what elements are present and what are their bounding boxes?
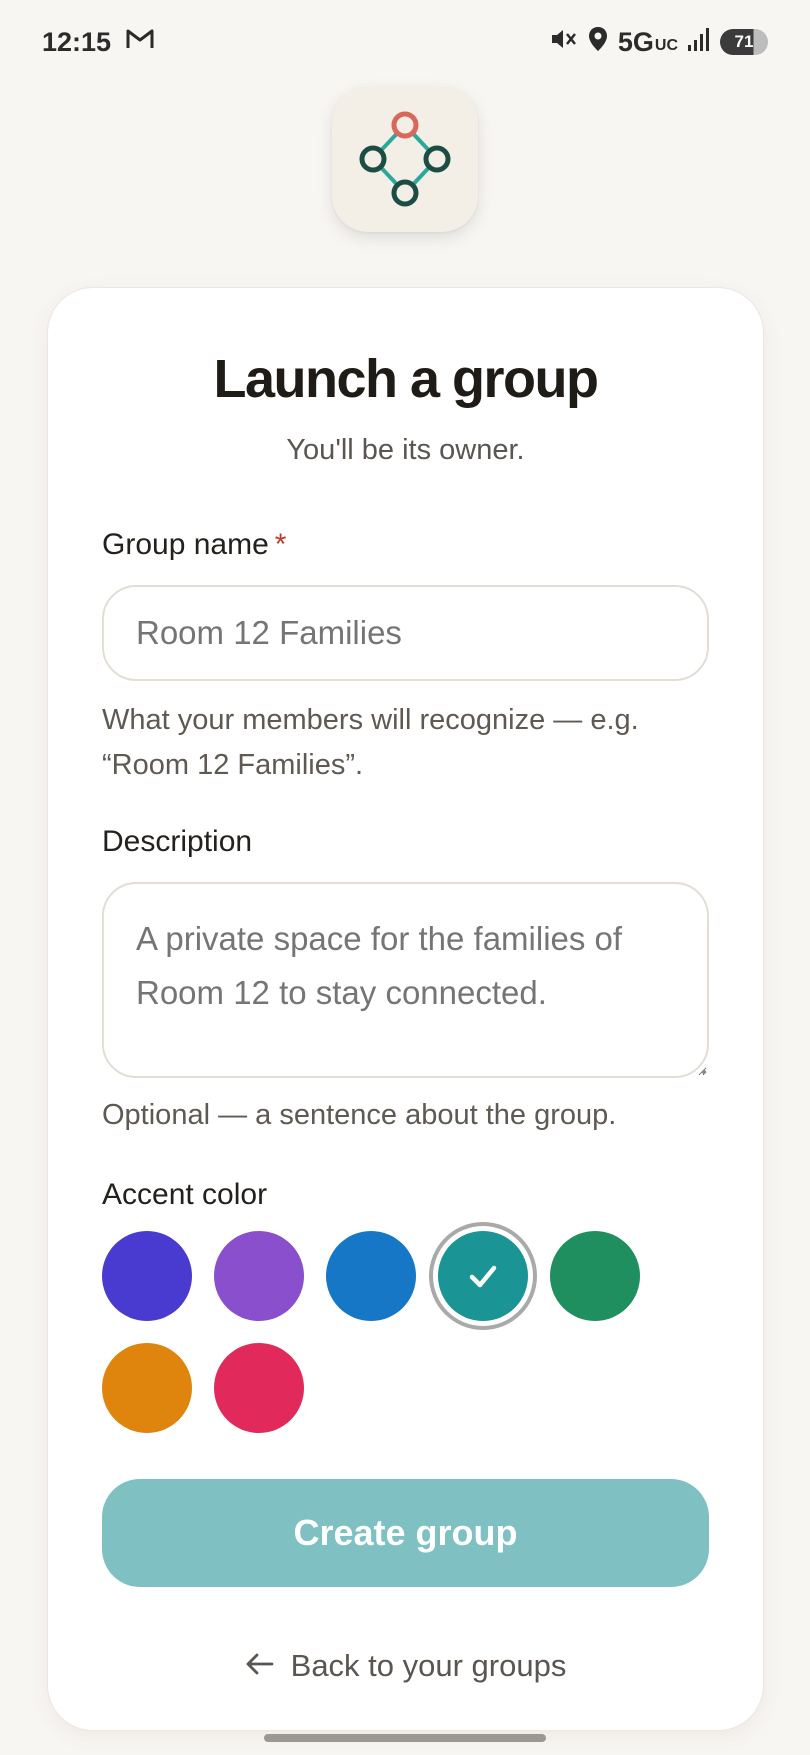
create-group-button[interactable]: Create group <box>102 1479 709 1587</box>
color-swatch[interactable] <box>102 1343 192 1433</box>
arrow-left-icon <box>245 1648 275 1684</box>
create-group-card: Launch a group You'll be its owner. Grou… <box>47 287 764 1731</box>
status-bar: 12:15 5G UC 71 <box>0 0 810 84</box>
resize-handle[interactable] <box>702 1070 706 1074</box>
checkmark-icon <box>469 1265 497 1288</box>
description-label: Description <box>102 825 253 858</box>
description-help: Optional — a sentence about the group. <box>102 1099 617 1131</box>
app-logo <box>332 86 478 232</box>
back-to-groups-link[interactable]: Back to your groups <box>48 1648 763 1684</box>
page-subtitle: You'll be its owner. <box>286 434 525 466</box>
network-nodes-icon <box>359 111 451 207</box>
color-swatch[interactable] <box>102 1231 192 1321</box>
accent-color-picker <box>102 1231 662 1441</box>
network-indicator: 5G UC <box>617 26 678 57</box>
color-swatch[interactable] <box>214 1343 304 1433</box>
group-name-help: What your members will recognize — e.g. … <box>102 704 639 781</box>
status-time: 12:15 <box>42 26 112 57</box>
description-textarea[interactable] <box>102 882 709 1078</box>
group-name-input[interactable] <box>102 585 709 681</box>
home-indicator[interactable] <box>264 1734 546 1742</box>
color-swatch[interactable] <box>550 1231 640 1321</box>
required-mark: * <box>274 528 287 561</box>
gmail-icon <box>125 27 155 58</box>
accent-color-label: Accent color <box>102 1178 268 1211</box>
color-swatch[interactable] <box>438 1231 528 1321</box>
signal-icon <box>688 27 710 58</box>
page-title: Launch a group <box>213 349 600 409</box>
battery-icon: 71 <box>720 29 768 55</box>
color-swatch[interactable] <box>326 1231 416 1321</box>
location-icon <box>588 26 608 59</box>
back-to-groups-label: Back to your groups <box>290 1648 567 1683</box>
group-name-label: Group name * <box>102 528 287 561</box>
mute-icon <box>550 26 578 59</box>
color-swatch[interactable] <box>214 1231 304 1321</box>
